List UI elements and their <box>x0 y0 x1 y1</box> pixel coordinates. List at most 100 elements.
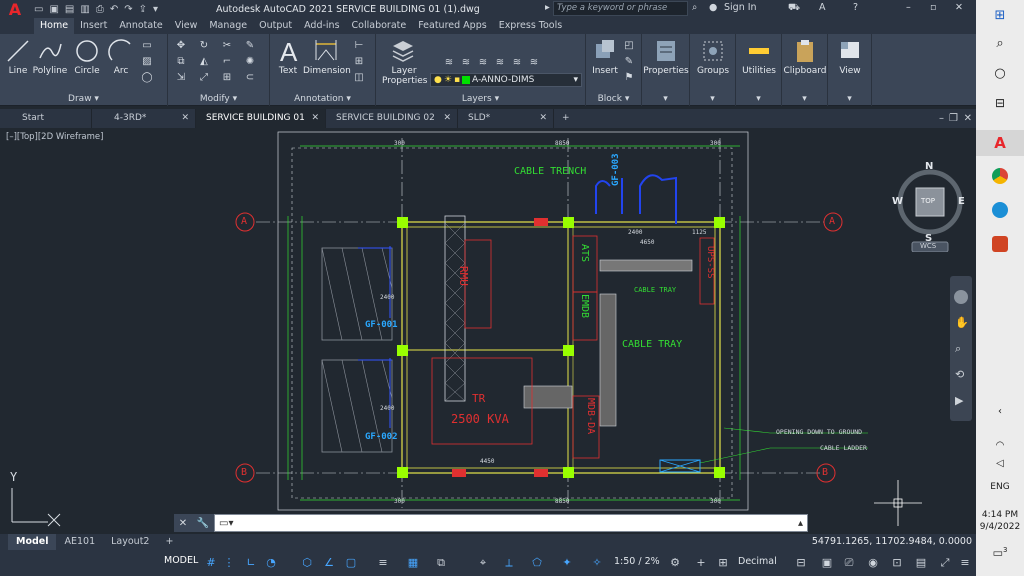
viewport-close-icon[interactable]: ✕ <box>964 113 972 124</box>
clipboard-expand-icon[interactable]: ▾ <box>782 94 827 104</box>
3d-osnap-icon[interactable]: ⌖ <box>476 556 490 570</box>
cart-icon[interactable]: ⛟ <box>788 2 800 14</box>
add-icon[interactable]: + <box>694 556 708 570</box>
object-snap-icon[interactable]: ▢ <box>344 556 358 570</box>
wifi-icon[interactable]: ◠ <box>976 440 1024 451</box>
attribute-icon[interactable]: ⚑ <box>622 71 636 84</box>
copy-icon[interactable]: ⧉ <box>174 55 188 68</box>
windows-search-icon[interactable]: ⌕ <box>976 36 1024 51</box>
save-icon[interactable]: ▤ <box>65 4 74 15</box>
selection-cycling-icon[interactable]: ⧉ <box>434 556 448 570</box>
polyline-tool[interactable]: Polyline <box>32 38 68 76</box>
cortana-icon[interactable]: ○ <box>976 66 1024 81</box>
add-layout-button[interactable]: + <box>157 534 181 550</box>
groups-expand-icon[interactable]: ▾ <box>690 94 735 104</box>
windows-start-icon[interactable]: ⊞ <box>976 8 1024 23</box>
edit-block-icon[interactable]: ✎ <box>622 55 636 68</box>
system-tray-expand-icon[interactable]: ‹ <box>976 406 1024 417</box>
rotate-icon[interactable]: ↻ <box>197 39 211 52</box>
edge-taskbar-icon[interactable] <box>976 202 1024 218</box>
circle-tool[interactable]: Circle <box>72 38 102 76</box>
tab-collaborate[interactable]: Collaborate <box>346 18 413 34</box>
ortho-icon[interactable]: ∟ <box>244 556 258 570</box>
tab-featured-apps[interactable]: Featured Apps <box>412 18 492 34</box>
compass-north[interactable]: N <box>925 161 933 172</box>
isodraft-icon[interactable]: ⬡ <box>300 556 314 570</box>
layer-tool-icon[interactable]: ≋ <box>459 56 473 69</box>
zoom-icon[interactable]: ⌕ <box>955 342 961 356</box>
wcs-menu[interactable]: WCS <box>920 242 936 250</box>
annotation-visibility-icon[interactable]: ✧ <box>590 556 604 570</box>
task-view-icon[interactable]: ⊟ <box>976 96 1024 110</box>
language-indicator[interactable]: ENG <box>976 482 1024 492</box>
layer-tool-icon[interactable]: ≋ <box>493 56 507 69</box>
customize-icon[interactable]: 🔧 <box>197 518 209 529</box>
selection-filter-icon[interactable]: ⬠ <box>530 556 544 570</box>
stretch-icon[interactable]: ⇲ <box>174 71 188 84</box>
layer-tool-icon[interactable]: ≋ <box>476 56 490 69</box>
move-icon[interactable]: ✥ <box>174 39 188 52</box>
arc-tool[interactable]: Arc <box>106 38 136 76</box>
tab-view[interactable]: View <box>169 18 204 34</box>
insert-block-tool[interactable]: Insert <box>588 38 622 76</box>
close-tab-icon[interactable]: ✕ <box>311 109 319 128</box>
fillet-icon[interactable]: ⌐ <box>220 55 234 68</box>
clock-time[interactable]: 4:14 PM <box>976 510 1024 520</box>
tab-home[interactable]: Home <box>34 18 75 34</box>
layer-tool-icon[interactable]: ≋ <box>510 56 524 69</box>
fullscreen-icon[interactable]: ⤢ <box>938 556 952 570</box>
viewcube[interactable]: N S E W TOP WCS <box>890 161 970 253</box>
markup-icon[interactable]: ◫ <box>352 71 366 84</box>
view-expand-icon[interactable]: ▾ <box>828 94 871 104</box>
hatch-icon[interactable]: ▨ <box>140 55 154 68</box>
redo-icon[interactable]: ↷ <box>124 4 132 15</box>
open-icon[interactable]: ▣ <box>49 4 58 15</box>
plot-icon[interactable]: ⎙ <box>96 4 104 15</box>
quick-properties-icon[interactable]: ⊟ <box>794 556 808 570</box>
annotation-scale[interactable]: 1:50 / 2% <box>614 556 660 567</box>
command-history-icon[interactable]: ▴ <box>798 518 807 529</box>
line-tool[interactable]: Line <box>4 38 32 76</box>
clipboard-tool[interactable]: Clipboard <box>782 38 828 76</box>
close-icon[interactable]: ✕ <box>955 2 963 13</box>
mirror-icon[interactable]: ◭ <box>197 55 211 68</box>
close-tab-icon[interactable]: ✕ <box>443 109 451 128</box>
powerpoint-taskbar-icon[interactable] <box>976 236 1024 252</box>
minimize-icon[interactable]: – <box>906 2 911 13</box>
share-icon[interactable]: ⇪ <box>139 4 147 15</box>
tab-annotate[interactable]: Annotate <box>113 18 168 34</box>
properties-tool[interactable]: Properties <box>642 38 690 76</box>
compass-east[interactable]: E <box>958 196 965 207</box>
steering-wheel-icon[interactable] <box>954 290 968 304</box>
undo-icon[interactable]: ↶ <box>110 4 118 15</box>
groups-tool[interactable]: Groups <box>690 38 736 76</box>
view-tool[interactable]: View <box>828 38 872 76</box>
qat-dropdown-icon[interactable]: ▾ <box>153 4 158 15</box>
lock-ui-icon[interactable]: ▣ <box>820 556 834 570</box>
rectangle-icon[interactable]: ▭ <box>140 39 154 52</box>
layer-tool-icon[interactable]: ≋ <box>442 56 456 69</box>
new-icon[interactable]: ▭ <box>34 4 43 15</box>
saveas-icon[interactable]: ▥ <box>80 4 89 15</box>
coordinate-readout[interactable]: 54791.1265, 11702.9484, 0.0000 <box>812 534 972 550</box>
annotation-panel-title[interactable]: Annotation ▾ <box>270 94 375 104</box>
workspace-icon[interactable]: ⚙ <box>668 556 682 570</box>
utilities-tool[interactable]: Utilities <box>736 38 782 76</box>
orbit-icon[interactable]: ⟲ <box>955 368 964 381</box>
command-line[interactable]: ▭▾ ▴ <box>214 514 808 532</box>
graphics-performance-icon[interactable]: ◉ <box>866 556 880 570</box>
showmotion-icon[interactable]: ▶ <box>955 394 963 407</box>
trim-icon[interactable]: ✂ <box>220 39 234 52</box>
tab-manage[interactable]: Manage <box>203 18 253 34</box>
doc-tab-4-3rd[interactable]: 4-3RD* ✕ <box>92 109 196 128</box>
layer-tool-icon[interactable]: ≋ <box>527 56 541 69</box>
grid-icon[interactable]: # <box>204 556 218 570</box>
isolate-objects-icon[interactable]: ⎚ <box>842 556 856 570</box>
chrome-taskbar-icon[interactable] <box>976 168 1024 184</box>
snap-icon[interactable]: ⋮ <box>222 556 236 570</box>
drawing-canvas[interactable]: [–][Top][2D Wireframe] A A B B CABLE TRE… <box>0 128 976 534</box>
tab-ae101[interactable]: AE101 <box>56 534 103 550</box>
autodesk-app-icon[interactable]: A <box>819 2 826 13</box>
layer-properties-tool[interactable]: Layer Properties <box>382 38 427 86</box>
annotation-monitor-icon[interactable]: ⊞ <box>716 556 730 570</box>
